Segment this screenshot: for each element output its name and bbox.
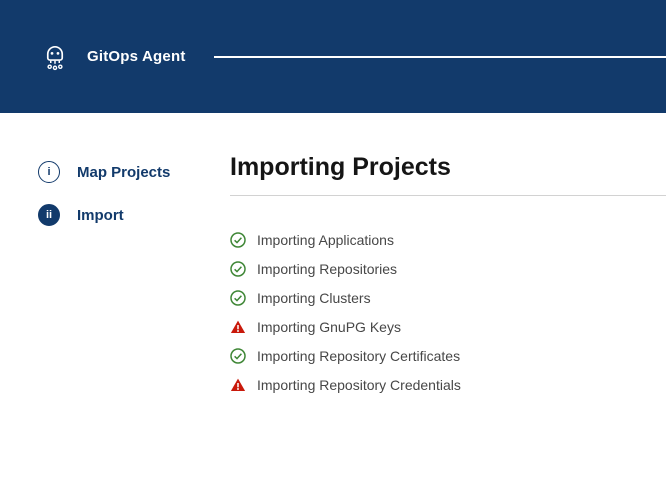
warning-triangle-icon (230, 319, 246, 335)
wizard-nav: i Map Projects ii Import (0, 113, 230, 406)
octopus-logo-icon (38, 40, 72, 74)
import-status-label: Importing Repository Credentials (257, 377, 461, 393)
import-status-list: Importing Applications Importing Reposit… (230, 232, 666, 393)
import-status-item: Importing Applications (230, 232, 666, 248)
content-area: i Map Projects ii Import Importing Proje… (0, 113, 666, 406)
wizard-step-map-projects[interactable]: i Map Projects (38, 161, 170, 183)
import-status-label: Importing Repository Certificates (257, 348, 460, 364)
title-divider (230, 195, 666, 196)
app-header: GitOps Agent (0, 0, 666, 113)
import-status-label: Importing GnuPG Keys (257, 319, 401, 335)
success-check-icon (230, 348, 246, 364)
wizard-step-import[interactable]: ii Import (38, 204, 124, 226)
success-check-icon (230, 261, 246, 277)
wizard-step-label: Map Projects (77, 164, 170, 181)
import-status-item: Importing GnuPG Keys (230, 319, 666, 335)
import-status-item: Importing Repository Certificates (230, 348, 666, 364)
import-status-label: Importing Repositories (257, 261, 397, 277)
import-status-item: Importing Repositories (230, 261, 666, 277)
wizard-step-label: Import (77, 207, 124, 224)
success-check-icon (230, 290, 246, 306)
brand: GitOps Agent (38, 40, 186, 74)
success-check-icon (230, 232, 246, 248)
import-status-item: Importing Clusters (230, 290, 666, 306)
import-status-item: Importing Repository Credentials (230, 377, 666, 393)
page-title: Importing Projects (230, 153, 666, 182)
import-status-label: Importing Applications (257, 232, 394, 248)
step-number-badge: ii (38, 204, 60, 226)
app-title: GitOps Agent (87, 48, 186, 65)
import-status-label: Importing Clusters (257, 290, 371, 306)
main-panel: Importing Projects Importing Application… (230, 113, 666, 406)
warning-triangle-icon (230, 377, 246, 393)
header-divider-line (214, 56, 666, 58)
step-number-badge: i (38, 161, 60, 183)
